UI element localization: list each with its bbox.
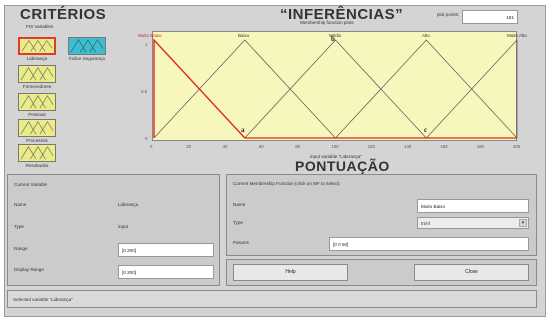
- var-label: Processos: [26, 138, 48, 143]
- x-tick-label: 60: [258, 144, 264, 149]
- fis-variables-caption: FIS Variables: [26, 24, 54, 29]
- fis-input-lideranca[interactable]: Liderança: [18, 37, 56, 61]
- plot-points-label: plot points:: [437, 12, 460, 17]
- mf-curve-alto[interactable]: [335, 39, 518, 139]
- y-tick-label: 1: [145, 42, 148, 47]
- current-mf-panel: Current Membership Function (click on MF…: [226, 174, 537, 256]
- buttons-panel: Help Close: [226, 259, 537, 286]
- input-variable-box[interactable]: [18, 119, 56, 137]
- variable-type-value: input: [118, 224, 128, 229]
- mf-label-muito-alto[interactable]: Muito Alto: [507, 33, 527, 38]
- status-text: Selected variable “Liderança”: [13, 297, 73, 302]
- var-label: Pessoas: [28, 112, 46, 117]
- mf-type-value: trimf: [421, 221, 430, 226]
- range-field[interactable]: [0 200]: [118, 243, 214, 257]
- status-bar: Selected variable “Liderança”: [7, 290, 537, 308]
- panel-title: Current Membership Function (click on MF…: [233, 181, 340, 186]
- x-axis-label: input variable “Liderança”: [310, 154, 362, 159]
- plot-points-field[interactable]: 181: [462, 10, 518, 24]
- fis-output-indice-seguranca[interactable]: Índice Segurança: [68, 37, 106, 61]
- input-variable-box[interactable]: [18, 37, 56, 55]
- x-tick-label: 140: [404, 144, 412, 149]
- close-button[interactable]: Close: [414, 264, 529, 281]
- mf-type-dropdown[interactable]: trimf ▾: [417, 217, 529, 229]
- annotation-a: a: [241, 126, 245, 134]
- var-label: Resultados: [25, 163, 49, 168]
- x-tick-label: 200: [513, 144, 521, 149]
- mf-label-muito-baixo[interactable]: Muito Baixo: [138, 33, 162, 38]
- x-tick-label: 40: [222, 144, 228, 149]
- range-label: Range: [14, 246, 28, 251]
- criterios-title: CRITÉRIOS: [20, 6, 107, 23]
- display-range-field[interactable]: [0 200]: [118, 265, 214, 279]
- x-tick-label: 180: [476, 144, 484, 149]
- chevron-down-icon[interactable]: ▾: [519, 219, 527, 227]
- mf-curve-baixo[interactable]: [153, 39, 336, 139]
- name-label: Name: [14, 202, 27, 207]
- x-tick-label: 100: [331, 144, 339, 149]
- input-variable-box[interactable]: [18, 65, 56, 83]
- fis-input-pessoas[interactable]: Pessoas: [18, 93, 56, 117]
- membership-function-plot[interactable]: [152, 31, 518, 141]
- params-field[interactable]: [0 0 50]: [329, 237, 529, 251]
- display-range-label: Display Range: [14, 267, 44, 272]
- params-label: Params: [233, 240, 249, 245]
- variable-name-value: Liderança: [118, 202, 139, 207]
- mf-plot-svg: [153, 38, 518, 139]
- annotation-b: b: [331, 35, 335, 43]
- mf-type-label: Type: [233, 220, 243, 225]
- x-tick-label: 120: [367, 144, 375, 149]
- mf-curve-médio[interactable]: [244, 39, 427, 139]
- x-tick-label: 80: [295, 144, 300, 149]
- fis-input-fornecedores[interactable]: Fornecedores: [18, 65, 56, 89]
- var-label: Liderança: [26, 56, 48, 61]
- mf-plots-caption: Membership function plots: [300, 20, 354, 25]
- mf-label-baixo[interactable]: Baixo: [238, 33, 249, 38]
- help-button[interactable]: Help: [233, 264, 348, 281]
- current-variable-panel: Current Variable Name Liderança Type inp…: [7, 174, 220, 286]
- x-tick-label: 160: [440, 144, 448, 149]
- annotation-c: c: [424, 126, 428, 134]
- input-variable-box[interactable]: [18, 93, 56, 111]
- y-tick-label: 0: [145, 136, 148, 141]
- x-tick-label: 20: [186, 144, 192, 149]
- mf-name-field[interactable]: Muito Baixo: [417, 199, 529, 213]
- mf-label-alto[interactable]: Alto: [422, 33, 430, 38]
- output-variable-box[interactable]: [68, 37, 106, 55]
- mf-name-label: Name: [233, 202, 246, 207]
- input-variable-box[interactable]: [18, 144, 56, 162]
- type-label: Type: [14, 224, 24, 229]
- var-label: Fornecedores: [22, 84, 52, 89]
- pontuacao-title: PONTUAÇÃO: [295, 158, 390, 174]
- fis-input-resultados[interactable]: Resultados: [18, 144, 56, 168]
- panel-title: Current Variable: [14, 182, 48, 187]
- fis-input-processos[interactable]: Processos: [18, 119, 56, 143]
- y-tick-label: 0.5: [141, 89, 147, 94]
- x-tick-label: 0: [150, 144, 153, 149]
- var-label: Índice Segurança: [69, 56, 105, 61]
